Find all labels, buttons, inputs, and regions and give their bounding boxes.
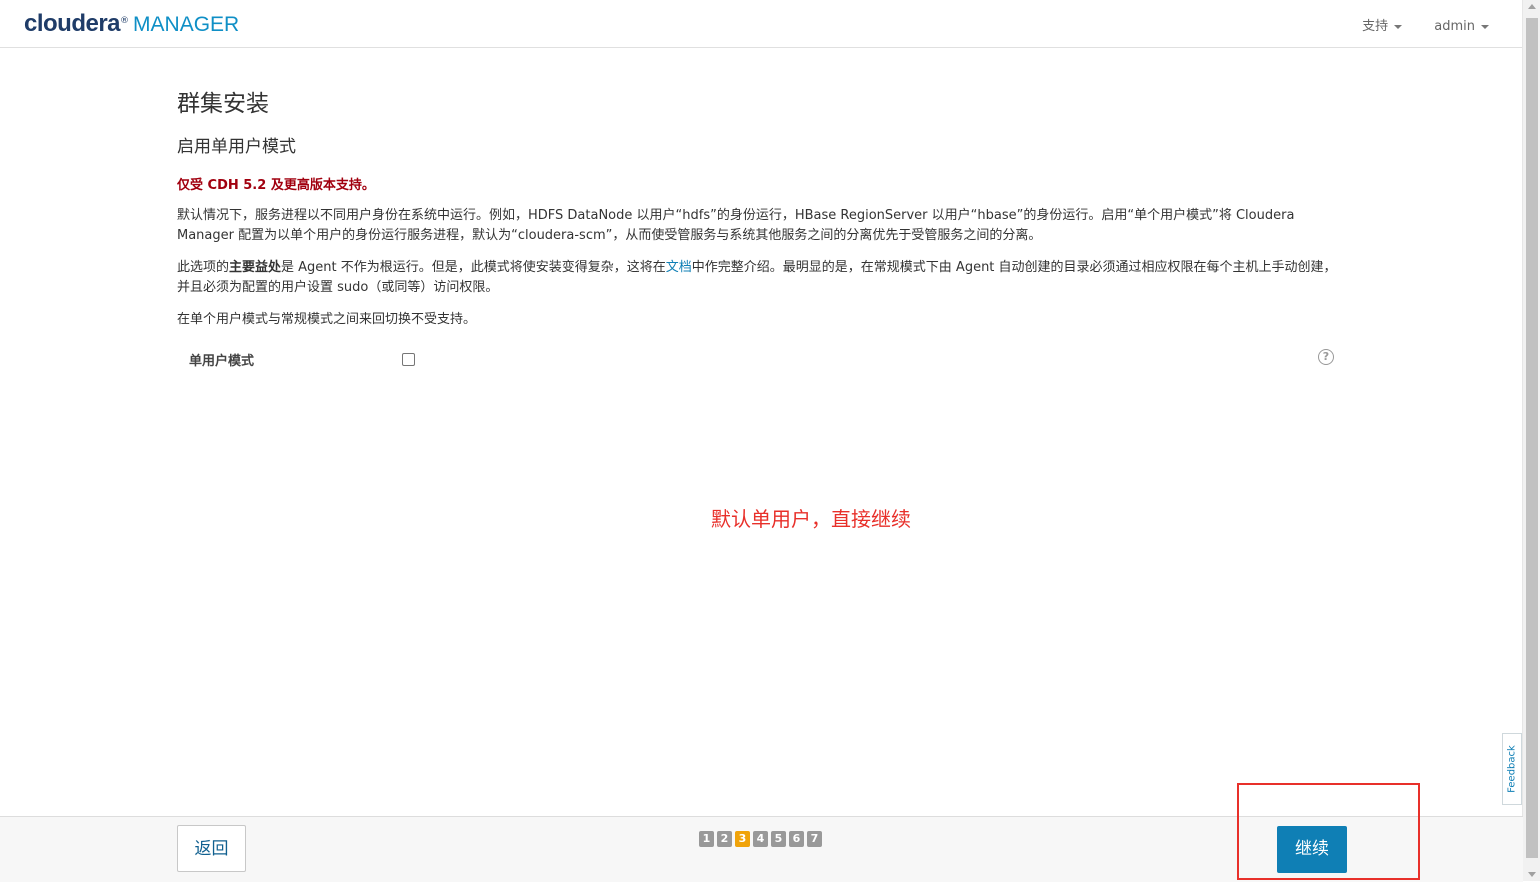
page-title: 群集安装 — [177, 91, 269, 117]
benefit-text-b: 是 Agent 不作为根运行。但是，此模式将使安装变得复杂，这将在 — [281, 260, 666, 275]
scroll-up-arrow-icon[interactable] — [1528, 4, 1536, 9]
wizard-step[interactable]: 4 — [753, 831, 768, 847]
support-menu-label: 支持 — [1362, 19, 1389, 34]
logo-registered-mark: ® — [120, 16, 130, 26]
help-icon[interactable]: ? — [1318, 349, 1334, 365]
version-warning: 仅受 CDH 5.2 及更高版本支持。 — [177, 178, 375, 193]
chevron-down-icon — [1481, 24, 1489, 29]
back-button[interactable]: 返回 — [177, 825, 246, 872]
logo-product: MANAGER — [133, 13, 240, 36]
page-subtitle: 启用单用户模式 — [177, 137, 296, 157]
wizard-step[interactable]: 2 — [717, 831, 732, 847]
benefit-paragraph: 此选项的主要益处是 Agent 不作为根运行。但是，此模式将使安装变得复杂，这将… — [177, 258, 1347, 298]
top-navbar: cloudera® MANAGER 支持 admin — [0, 0, 1523, 48]
scrollbar-thumb[interactable] — [1526, 18, 1538, 858]
support-menu[interactable]: 支持 — [1362, 15, 1403, 34]
feedback-label: Feedback — [1506, 745, 1518, 793]
single-user-mode-checkbox[interactable] — [402, 353, 415, 366]
cloudera-manager-logo[interactable]: cloudera® MANAGER — [24, 10, 239, 38]
user-menu[interactable]: admin — [1434, 19, 1489, 34]
scroll-down-arrow-icon[interactable] — [1528, 872, 1536, 877]
annotation-highlight-box — [1237, 783, 1420, 880]
wizard-step-current[interactable]: 3 — [735, 831, 750, 847]
wizard-step[interactable]: 7 — [807, 831, 822, 847]
benefit-text-a: 此选项的 — [177, 260, 230, 275]
benefit-bold: 主要益处 — [229, 260, 282, 275]
chevron-down-icon — [1394, 24, 1403, 29]
wizard-step[interactable]: 1 — [699, 831, 714, 847]
wizard-step[interactable]: 5 — [771, 831, 786, 847]
single-user-mode-label: 单用户模式 — [189, 354, 255, 369]
documentation-link[interactable]: 文档 — [666, 260, 692, 275]
wizard-steps: 1234567 — [699, 827, 825, 847]
feedback-tab[interactable]: Feedback — [1502, 733, 1522, 805]
user-menu-label: admin — [1434, 19, 1475, 34]
vertical-scrollbar[interactable] — [1522, 0, 1540, 881]
wizard-step[interactable]: 6 — [789, 831, 804, 847]
logo-brand: cloudera — [24, 10, 121, 37]
nav-right: 支持 admin — [1334, 15, 1489, 34]
single-user-mode-row: 单用户模式 ? — [177, 342, 1347, 376]
description-paragraph: 默认情况下，服务进程以不同用户身份在系统中运行。例如，HDFS DataNode… — [177, 208, 1295, 243]
annotation-note: 默认单用户，直接继续 — [711, 507, 911, 531]
switch-note-paragraph: 在单个用户模式与常规模式之间来回切换不受支持。 — [177, 312, 477, 327]
main-content: 群集安装 启用单用户模式 仅受 CDH 5.2 及更高版本支持。 默认情况下，服… — [177, 84, 1347, 376]
